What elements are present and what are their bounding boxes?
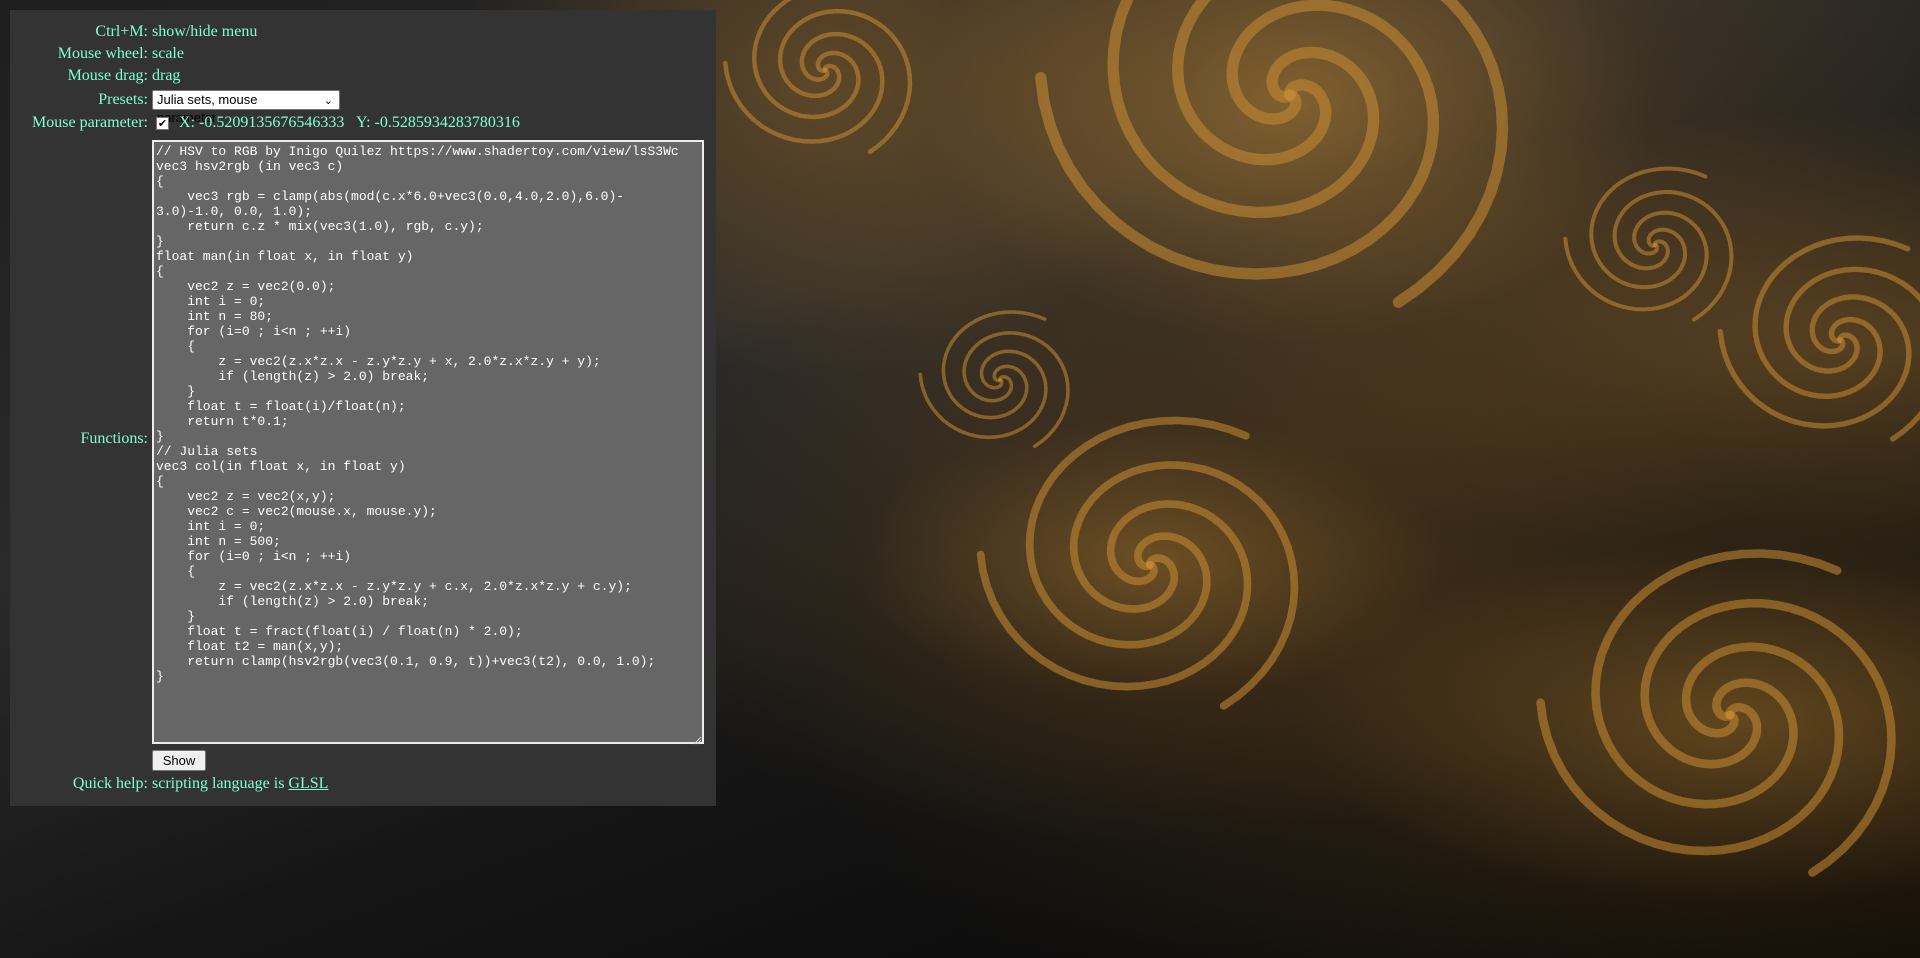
presets-select[interactable]: Julia sets, mouse parameter ⌄ bbox=[152, 90, 340, 125]
fractal-spiral-arm bbox=[1640, 598, 1896, 877]
menu-row-wheel: Mouse wheel: scale bbox=[10, 45, 716, 65]
menu-row-quick-help: Quick help: scripting language is GLSL bbox=[10, 775, 716, 795]
menu-row-drag: Mouse drag: drag bbox=[10, 67, 716, 87]
fractal-spiral-arm bbox=[1612, 189, 1734, 322]
functions-code-editor[interactable]: // HSV to RGB by Inigo Quilez https://ww… bbox=[152, 140, 704, 744]
menu-panel: Ctrl+M: show/hide menu Mouse wheel: scal… bbox=[10, 10, 716, 806]
quick-help-prefix: scripting language is bbox=[152, 775, 289, 792]
quick-help-text: scripting language is GLSL bbox=[152, 775, 328, 793]
mouse-wheel-label: Mouse wheel: bbox=[57, 45, 148, 62]
fractal-spiral-arm bbox=[1069, 461, 1299, 710]
quick-help-label: Quick help: bbox=[72, 775, 148, 792]
menu-row-mouse-parameter: Mouse parameter: ✔ X: -0.520913567654633… bbox=[10, 114, 716, 136]
show-button[interactable]: Show bbox=[152, 750, 206, 771]
mouse-wheel-value: scale bbox=[152, 45, 184, 62]
functions-label: Functions: bbox=[80, 430, 148, 447]
menu-row-presets: Presets: Julia sets, mouse parameter ⌄ bbox=[10, 90, 716, 125]
fractal-spiral-arm bbox=[777, 8, 913, 156]
menu-row-shortcut: Ctrl+M: show/hide menu bbox=[10, 23, 716, 43]
mouse-drag-label: Mouse drag: bbox=[67, 67, 148, 84]
resize-grip-icon[interactable] bbox=[692, 732, 702, 745]
glsl-link[interactable]: GLSL bbox=[288, 775, 328, 792]
mouse-parameter-label: Mouse parameter: bbox=[32, 114, 148, 131]
mouse-y-value: Y: -0.5285934283780316 bbox=[356, 114, 520, 131]
check-icon: ✔ bbox=[157, 117, 168, 130]
fractal-spiral-arm bbox=[962, 331, 1070, 449]
shortcut-value: show/hide menu bbox=[152, 23, 258, 40]
mouse-x-value: X: -0.5209135676546333 bbox=[179, 114, 345, 131]
chevron-down-icon: ⌄ bbox=[323, 95, 333, 107]
presets-label: Presets: bbox=[98, 91, 148, 108]
shortcut-label: Ctrl+M: bbox=[95, 23, 148, 40]
mouse-drag-value: drag bbox=[152, 67, 181, 84]
mouse-parameter-checkbox[interactable]: ✔ bbox=[156, 117, 169, 130]
